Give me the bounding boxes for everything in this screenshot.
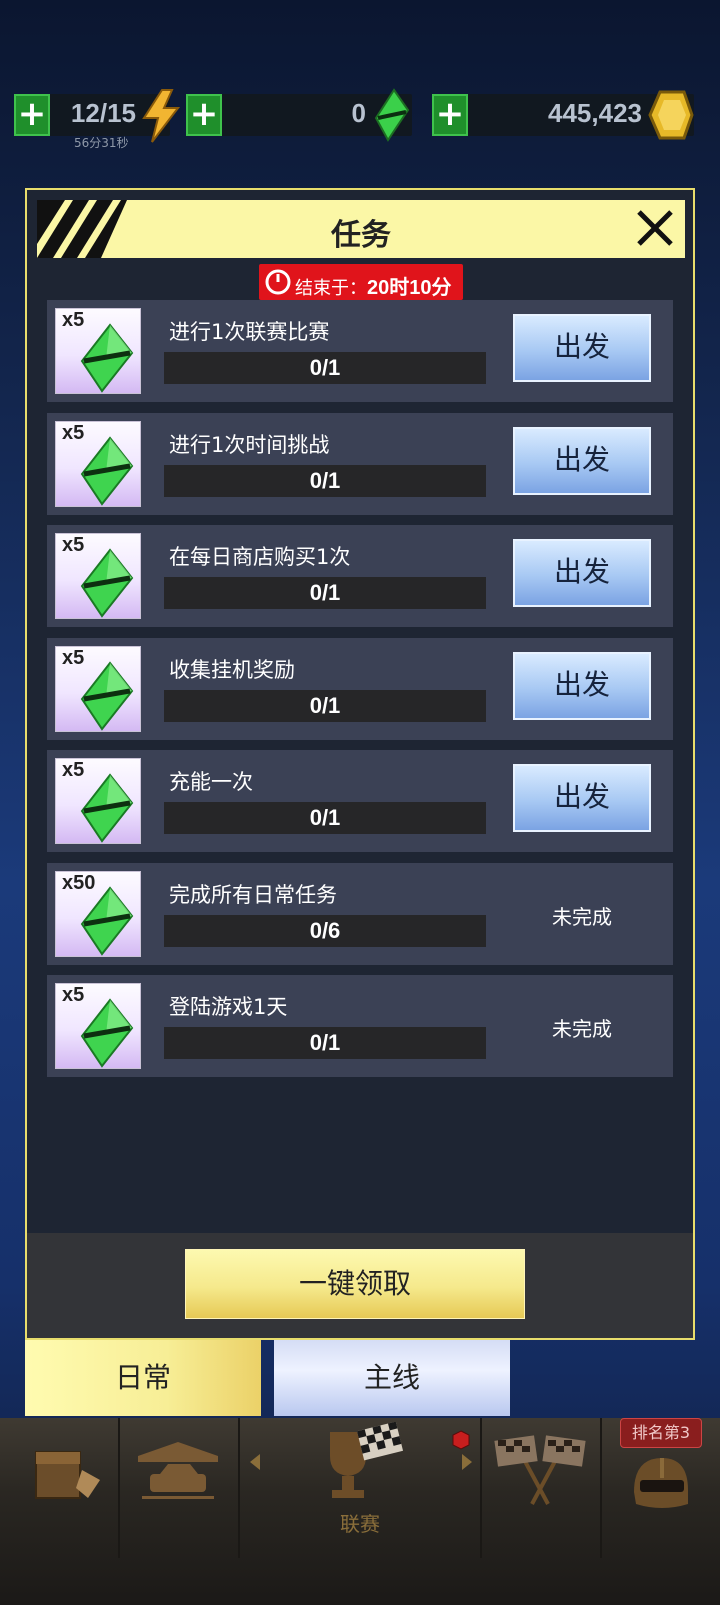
race-flags-icon[interactable] [492,1432,588,1508]
green-gem-icon [80,885,134,956]
task-status-text: 未完成 [552,904,612,929]
energy-timer: 56分31秒 [74,136,129,150]
nav-divider [600,1418,602,1558]
task-title: 进行1次时间挑战 [169,432,330,457]
timer-badge: 结束于：20时10分 [259,264,463,300]
task-title: 收集挂机奖励 [169,657,295,682]
garage-car-icon[interactable] [132,1440,224,1506]
reward-item[interactable]: x50 [55,870,141,957]
task-row: x5 登陆游戏1天 0/1 未完成 [47,975,673,1077]
progress-text: 0/1 [309,692,341,718]
go-button[interactable]: 出发 [513,764,651,832]
task-title: 登陆游戏1天 [169,995,288,1019]
progress-text: 0/1 [309,467,341,493]
progress-bar: 0/1 [164,1027,486,1059]
progress-text: 0/1 [309,805,341,830]
lightning-icon [142,89,181,143]
task-title: 在每日商店购买1次 [169,545,351,569]
go-button[interactable]: 出发 [513,539,651,607]
task-title: 完成所有日常任务 [169,882,337,907]
green-gem-icon [80,435,134,506]
nav-divider [118,1418,120,1558]
task-row: x50 完成所有日常任务 0/6 未完成 [47,862,673,965]
green-gem-icon [80,660,134,731]
progress-text: 0/1 [309,355,341,380]
timer-text: 结束于：20时10分 [295,277,452,299]
tab-main[interactable]: 主线 [274,1340,510,1416]
task-status-text: 未完成 [552,1017,612,1041]
nav-label-league: 联赛 [340,1512,380,1536]
dialog-footer: 一键领取 [27,1233,693,1338]
add-coins-button[interactable]: + [432,94,468,136]
add-gems-button[interactable]: + [186,94,222,136]
coin-value: 445,423 [548,98,642,128]
progress-text: 0/6 [309,917,341,943]
rank-badge: 排名第3 [620,1418,702,1448]
energy-value: 12/15 [70,98,136,128]
gem-bar: + 0 [186,88,412,142]
progress-bar: 0/6 [164,914,486,947]
reward-item[interactable]: x5 [55,983,141,1069]
reward-item[interactable]: x5 [55,308,141,394]
task-row: x5 在每日商店购买1次 0/1 出发 [47,525,673,627]
go-button[interactable]: 出发 [513,426,651,495]
nav-right-arrow-icon[interactable] [458,1452,476,1472]
progress-bar: 0/1 [164,464,486,497]
task-title: 充能一次 [169,770,253,794]
go-button[interactable]: 出发 [513,651,651,720]
progress-bar: 0/1 [164,577,486,609]
go-button[interactable]: 出发 [513,314,651,382]
nav-left-arrow-icon[interactable] [246,1452,264,1472]
league-trophy-icon[interactable] [316,1422,412,1506]
green-gem-icon [80,773,134,843]
claim-all-button[interactable]: 一键领取 [185,1249,525,1319]
nav-divider [238,1418,240,1558]
energy-bar: + 12/15 [14,89,181,143]
reward-item[interactable]: x5 [55,645,141,732]
helmet-icon[interactable] [626,1452,696,1516]
add-energy-button[interactable]: + [14,94,50,136]
gem-value: 0 [351,98,366,128]
coin-bar: + 445,423 [432,90,694,140]
reward-item[interactable]: x5 [55,533,141,619]
progress-text: 0/1 [309,1030,341,1055]
reward-item[interactable]: x5 [55,420,141,507]
notification-dot-icon [452,1430,470,1450]
green-gem-icon [80,323,134,393]
dialog-header: 任务 [37,200,685,258]
dialog-title: 任务 [331,218,391,253]
task-dialog: 任务 结束于：20时10分 x5 进行1次联赛比赛 0/1 出发 x5 进行1次时间挑战 0… [25,188,695,1340]
bottom-nav: 联赛 排名第3 [0,1418,720,1605]
green-gem-icon [374,88,410,142]
task-row: x5 收集挂机奖励 0/1 出发 [47,637,673,740]
green-gem-icon [80,998,134,1068]
task-row: x5 进行1次时间挑战 0/1 出发 [47,412,673,515]
nav-divider [480,1418,482,1558]
progress-text: 0/1 [309,580,341,605]
task-row: x5 充能一次 0/1 出发 [47,750,673,852]
tab-daily[interactable]: 日常 [25,1340,261,1416]
gold-coin-icon [648,90,694,140]
task-row: x5 进行1次联赛比赛 0/1 出发 [47,300,673,402]
reward-item[interactable]: x5 [55,758,141,844]
progress-bar: 0/1 [164,689,486,722]
progress-bar: 0/1 [164,352,486,384]
close-icon[interactable] [633,206,677,250]
green-gem-icon [80,548,134,618]
storage-box-icon[interactable] [32,1440,104,1506]
progress-bar: 0/1 [164,802,486,834]
clock-icon [265,269,291,295]
task-title: 进行1次联赛比赛 [169,320,330,344]
